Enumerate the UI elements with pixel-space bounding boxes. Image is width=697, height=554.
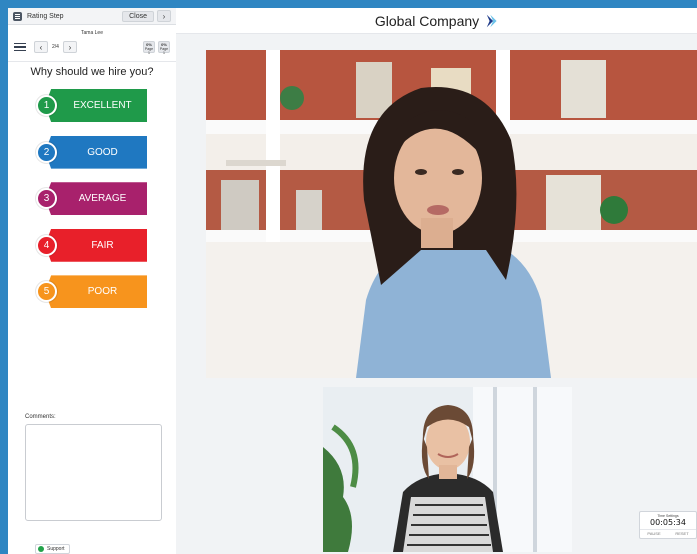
previous-button[interactable]: ‹ (34, 41, 48, 53)
timer-widget: Time Settings 00:05:34 PAUSE RESET (639, 511, 697, 539)
option-label: AVERAGE (78, 193, 127, 205)
video-interview-area: Global Company Time Settings 00:05:34 PA… (176, 8, 697, 554)
candidate-video (206, 50, 697, 378)
option-label: POOR (87, 286, 118, 298)
rating-option-average[interactable]: AVERAGE 3 (36, 182, 147, 216)
page-count: 2/4 (52, 44, 59, 50)
interviewer-video-image (323, 387, 572, 552)
stat-badge: 0% Page 1 (143, 41, 155, 55)
company-header: Global Company (176, 8, 697, 34)
company-logo-icon (486, 14, 497, 27)
rating-option-fair[interactable]: FAIR 4 (36, 228, 147, 262)
option-label: EXCELLENT (73, 100, 132, 111)
rating-option-good[interactable]: GOOD 2 (36, 135, 147, 169)
support-button[interactable]: Support (35, 544, 70, 554)
list-icon[interactable] (14, 42, 26, 52)
rating-panel: Rating Step Close › Tama Lee ‹ 2/4 › 0% P… (8, 8, 176, 554)
support-status-icon (38, 546, 44, 552)
option-number: 4 (36, 234, 57, 256)
question-text: Why should we hire you? (30, 66, 154, 78)
candidate-name: Tama Lee (81, 30, 103, 36)
chevron-right-icon[interactable]: › (157, 10, 171, 22)
option-label: FAIR (91, 239, 114, 251)
company-name: Global Company (374, 12, 480, 29)
next-button[interactable]: › (62, 41, 77, 53)
stat-badge: 0% Page 1 (158, 41, 170, 55)
option-number: 2 (36, 141, 57, 163)
close-button[interactable]: Close (122, 10, 154, 22)
comments-label: Comments: (25, 414, 56, 420)
option-label: GOOD (87, 146, 118, 158)
progress-stats: 0% Page 1 0% Page 1 (143, 41, 170, 55)
interviewer-video (323, 387, 572, 552)
support-label: Support (47, 546, 65, 552)
reset-button[interactable]: RESET (668, 530, 696, 536)
rating-option-excellent[interactable]: EXCELLENT 1 (36, 89, 147, 122)
navigation-row: ‹ 2/4 › 0% Page 1 0% Page 1 (8, 39, 176, 55)
panel-title: Rating Step (27, 12, 64, 20)
timer-value: 00:05:34 (650, 518, 686, 527)
panel-header: Rating Step Close › (8, 8, 176, 25)
pause-button[interactable]: PAUSE (640, 530, 668, 536)
divider (8, 61, 176, 62)
menu-app-icon (13, 11, 22, 21)
rating-option-poor[interactable]: POOR 5 (36, 275, 147, 309)
rating-options: EXCELLENT 1 GOOD 2 AVERAGE 3 FAIR 4 POOR… (8, 89, 176, 309)
comments-textarea[interactable] (25, 424, 162, 521)
option-number: 1 (36, 95, 57, 116)
timer-controls: PAUSE RESET (640, 529, 696, 536)
candidate-video-image (206, 50, 697, 378)
